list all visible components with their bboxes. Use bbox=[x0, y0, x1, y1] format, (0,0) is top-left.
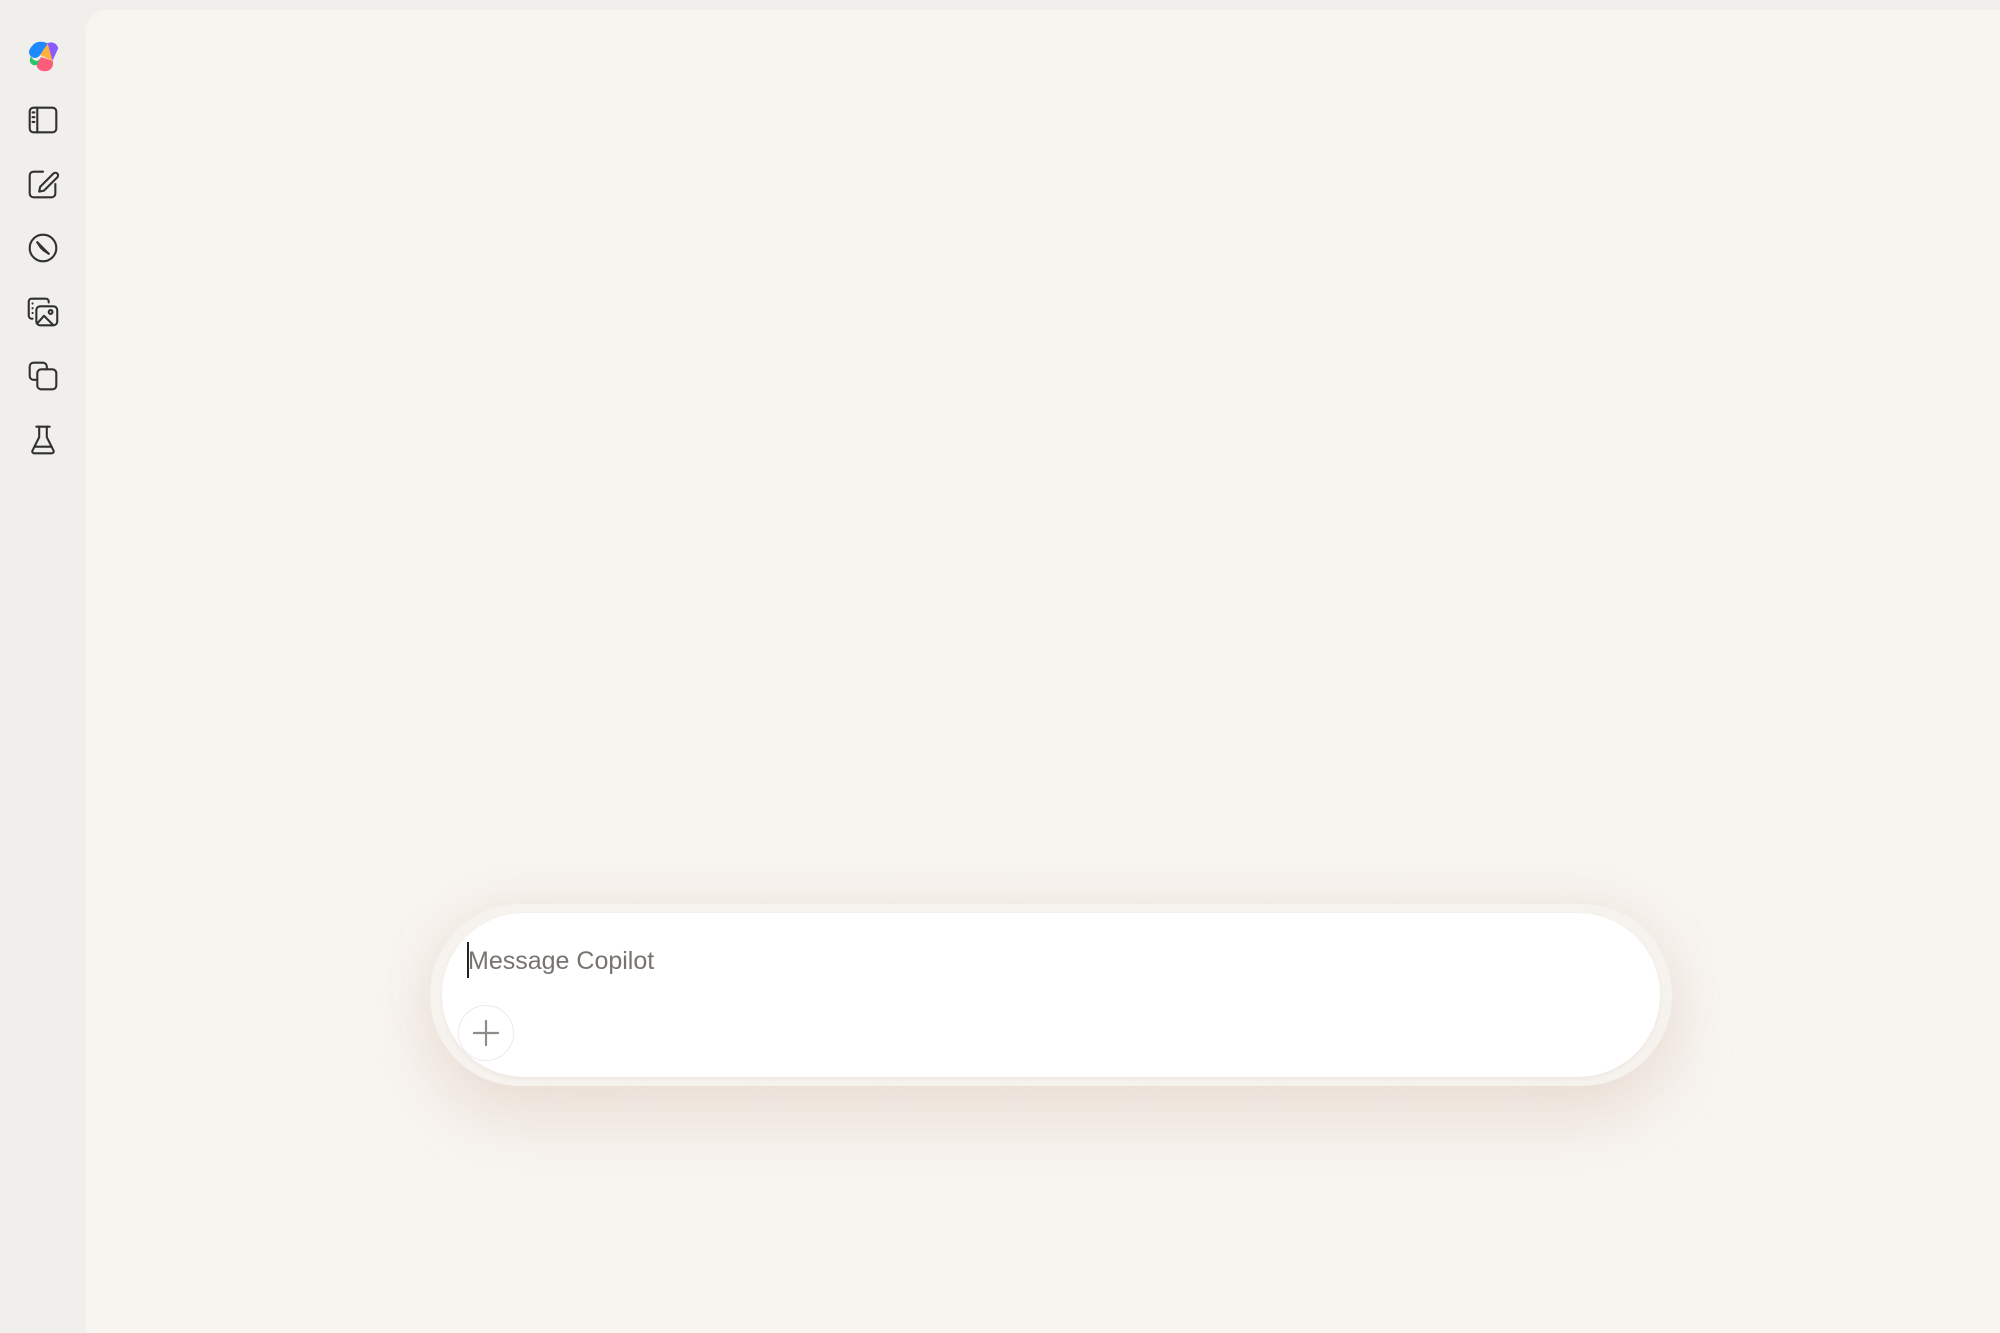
sidebar-panel-icon bbox=[28, 106, 58, 134]
labs-button[interactable] bbox=[19, 416, 67, 464]
message-input[interactable]: Message Copilot bbox=[468, 941, 1588, 981]
copilot-logo-button[interactable] bbox=[19, 32, 67, 80]
copilot-app: Message Copilot bbox=[0, 0, 2000, 1333]
compose-icon bbox=[28, 170, 60, 199]
new-chat-button[interactable] bbox=[19, 160, 67, 208]
chat-main-area bbox=[86, 10, 2000, 1333]
compass-icon bbox=[28, 233, 58, 263]
pages-button[interactable] bbox=[19, 352, 67, 400]
pages-icon bbox=[28, 361, 58, 391]
image-gallery-icon bbox=[27, 297, 59, 327]
add-attachment-button[interactable] bbox=[458, 1005, 514, 1061]
plus-icon bbox=[472, 1019, 500, 1047]
text-caret bbox=[467, 942, 469, 978]
copilot-logo-icon bbox=[28, 41, 59, 72]
imagine-button[interactable] bbox=[19, 288, 67, 336]
message-composer: Message Copilot bbox=[442, 913, 1660, 1077]
discover-button[interactable] bbox=[19, 224, 67, 272]
left-navigation-rail bbox=[0, 0, 86, 1333]
flask-icon bbox=[31, 425, 55, 455]
toggle-sidebar-button[interactable] bbox=[19, 96, 67, 144]
